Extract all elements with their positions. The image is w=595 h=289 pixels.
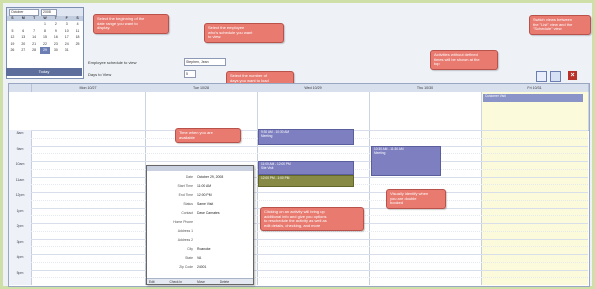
allday-cell[interactable]: [31, 92, 146, 131]
callout-switch-views: Switch views between the "List" view and …: [529, 15, 591, 35]
hour-line: [31, 269, 588, 271]
list-view-icon[interactable]: [536, 71, 547, 82]
day-header[interactable]: Tue 10/28: [145, 84, 258, 92]
activity-popup[interactable]: Edit Check In Move Delete Date October 29, 2…: [146, 165, 254, 285]
day-header[interactable]: Fri 10/31: [481, 84, 589, 92]
popup-field-value: 11:00 AM: [197, 184, 212, 188]
days-input[interactable]: 5: [184, 70, 196, 78]
hour-line: [31, 192, 588, 193]
callout-double-booked: Visually identify when you are double book…: [386, 189, 446, 209]
time-label: 12pm: [15, 193, 25, 197]
hour-line: [31, 254, 588, 255]
popup-titlebar: [147, 166, 253, 171]
popup-field-value: Same Visit: [197, 202, 214, 206]
hour-line: [31, 238, 588, 240]
popup-field-label: Address 2: [177, 238, 193, 242]
popup-field-value: Dave Carnates: [197, 211, 220, 215]
allday-cell[interactable]: [145, 92, 258, 131]
popup-field-label: Start Time: [177, 184, 193, 188]
calendar-day[interactable]: 26: [7, 47, 18, 54]
month-select[interactable]: October: [9, 8, 39, 16]
popup-action-0[interactable]: Edit: [149, 280, 155, 284]
time-column: [9, 130, 32, 285]
popup-field-value: 24001: [197, 265, 207, 269]
hour-line: [31, 145, 588, 147]
half-hour-line: [31, 261, 588, 263]
event-wed-morning[interactable]: 9:30 AM - 10:30 AM Meeting: [258, 129, 354, 145]
corner-header: [9, 84, 32, 92]
popup-field-label: End Time: [178, 193, 193, 197]
popup-actions: Edit Check In Move Delete: [147, 278, 253, 284]
popup-field-value: October 29, 2008: [197, 175, 224, 179]
half-hour-line: [31, 153, 588, 155]
time-label: 11am: [15, 177, 25, 182]
time-label: 8am: [16, 131, 24, 135]
calendar-day: [72, 47, 83, 54]
time-label: 3pm: [16, 239, 24, 244]
callout-no-time: Activities without defined times will be …: [430, 50, 498, 70]
event-text: Meeting: [374, 151, 386, 155]
half-hour-line: [31, 277, 588, 279]
allday-event[interactable]: Customer Visit: [483, 94, 583, 102]
popup-field-value: Roanoke: [197, 247, 211, 251]
event-text: 12:00 PM - 1:00 PM: [261, 176, 290, 180]
schedule-view-icon[interactable]: [550, 71, 561, 82]
popup-field-label: Contact: [181, 211, 193, 215]
popup-field-label: Status: [183, 202, 193, 206]
callout-click-activity: Clicking on an activity will bring up add…: [260, 207, 364, 232]
scheduler: Mon 10/27 Tue 10/28 Wed 10/29 Thu 10/30 Fri …: [8, 83, 590, 287]
employee-label: Employee schedule to view: [88, 59, 137, 65]
day-header[interactable]: Mon 10/27: [31, 84, 146, 92]
event-text: Site Visit: [261, 166, 274, 170]
employee-select[interactable]: Stephen, Jean: [184, 58, 226, 66]
callout-available: Time when you are available: [175, 128, 241, 144]
calendar-day[interactable]: 30: [50, 47, 61, 54]
days-label: Days to View: [88, 71, 112, 77]
popup-field-value: VA: [197, 256, 202, 260]
event-text: Meeting: [261, 134, 273, 138]
popup-action-1[interactable]: Check In: [170, 280, 183, 284]
popup-field-label: Date: [185, 175, 193, 179]
time-label: 10am: [15, 162, 25, 166]
time-label: 9am: [16, 146, 24, 151]
allday-cell[interactable]: [257, 92, 370, 131]
callout-date-range: Select the beginning of the date range yo…: [93, 14, 169, 34]
event-thu[interactable]: 10:30 AM - 11:30 AM Meeting: [371, 146, 441, 176]
event-wed-midday[interactable]: 11:00 AM - 12:00 PM Site Visit: [258, 161, 354, 175]
popup-field-label: Zip Code: [179, 265, 193, 269]
day-header[interactable]: Thu 10/30: [369, 84, 482, 92]
time-label: 2pm: [16, 224, 24, 228]
half-hour-line: [31, 246, 588, 248]
allday-cell[interactable]: [369, 92, 482, 131]
mini-calendar-header: October 2008: [7, 8, 83, 16]
day-header[interactable]: Wed 10/29: [257, 84, 370, 92]
time-label: 4pm: [16, 255, 24, 259]
year-select[interactable]: 2008: [41, 8, 57, 16]
today-button[interactable]: Today: [6, 68, 82, 76]
calendar-day[interactable]: 28: [29, 47, 40, 54]
time-label: 1pm: [16, 208, 24, 213]
calendar-grid[interactable]: 1 2 3 4 5 6 7 8 9 10 11 12 13 14 15 16 17 18 19 20 21 22 23 24 2…: [7, 21, 83, 54]
popup-action-2[interactable]: Move: [197, 280, 205, 284]
popup-field-label: State: [185, 256, 193, 260]
calendar-day[interactable]: 29: [39, 47, 51, 54]
popup-field-label: City: [187, 247, 193, 251]
calendar-day[interactable]: 31: [61, 47, 72, 54]
close-icon[interactable]: ×: [568, 71, 577, 80]
popup-field-label: Address 1: [177, 229, 193, 233]
popup-action-3[interactable]: Delete: [220, 280, 229, 284]
time-label: 5pm: [16, 270, 24, 275]
half-hour-line: [31, 199, 588, 201]
callout-employee: Select the employee who's schedule you wa…: [204, 23, 284, 43]
days-row: Days to View 5: [88, 70, 196, 78]
event-wed-double-booked[interactable]: 12:00 PM - 1:00 PM: [258, 175, 354, 187]
popup-field-label: Home Phone: [173, 220, 193, 224]
popup-field-value: 12:00 PM: [197, 193, 212, 197]
calendar-day[interactable]: 27: [18, 47, 29, 54]
employee-row: Employee schedule to view Stephen, Jean: [88, 58, 226, 66]
